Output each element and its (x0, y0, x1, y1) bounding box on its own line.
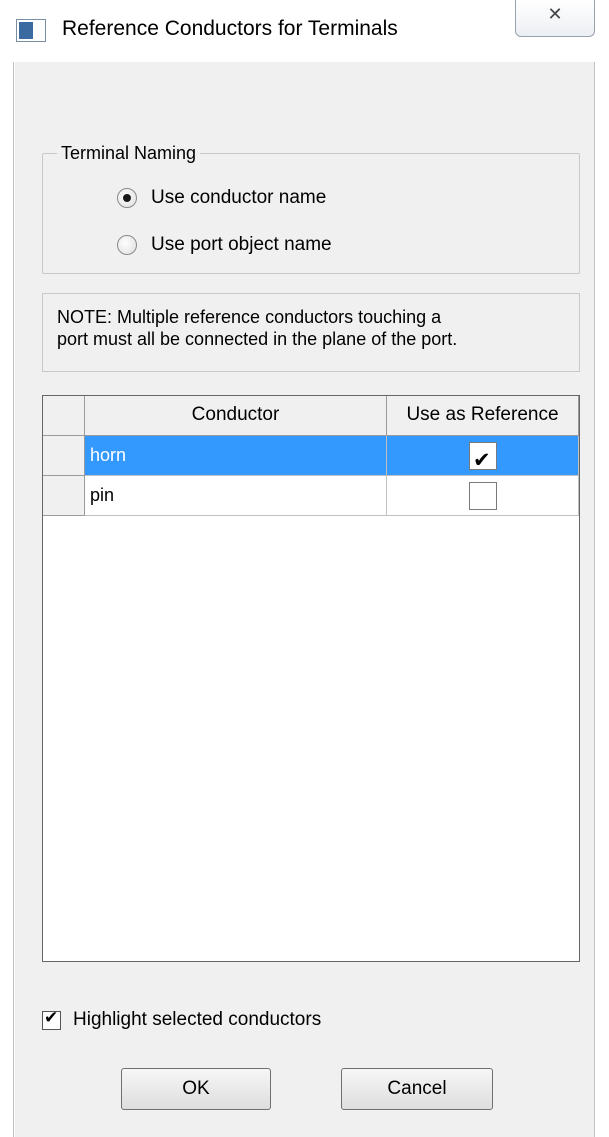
highlight-label: Highlight selected conductors (73, 1009, 322, 1030)
highlight-selected-conductors-checkbox[interactable]: Highlight selected conductors (42, 1008, 321, 1032)
note-line: port must all be connected in the plane … (57, 329, 458, 349)
note-panel: NOTE: Multiple reference conductors touc… (42, 293, 580, 372)
conductor-cell-horn[interactable]: horn (85, 436, 387, 476)
row-header[interactable] (43, 476, 85, 516)
use-as-reference-cell[interactable] (387, 476, 579, 516)
radio-unselected-icon[interactable] (117, 235, 137, 255)
cancel-button[interactable]: Cancel (341, 1068, 493, 1110)
note-line: NOTE: Multiple reference conductors touc… (57, 307, 442, 327)
unchecked-box-icon[interactable] (469, 482, 497, 510)
ok-button[interactable]: OK (121, 1068, 271, 1110)
checkmark-icon[interactable] (42, 1008, 61, 1030)
terminal-naming-legend: Terminal Naming (57, 141, 201, 165)
conductor-cell-pin[interactable]: pin (85, 476, 387, 516)
app-icon[interactable] (16, 19, 46, 42)
close-icon: ✕ (547, 4, 563, 24)
radio-selected-icon[interactable] (117, 188, 137, 208)
column-header-use-as-reference[interactable]: Use as Reference (387, 396, 579, 436)
radio-use-port-object-name[interactable]: Use port object name (117, 231, 332, 259)
conductor-grid[interactable]: Conductor Use as Reference horn pin (42, 395, 580, 962)
radio-label: Use port object name (151, 234, 332, 255)
radio-use-conductor-name[interactable]: Use conductor name (117, 184, 326, 212)
window-frame-right (594, 62, 609, 1137)
radio-label: Use conductor name (151, 187, 327, 208)
grid-corner[interactable] (43, 396, 85, 436)
checkmark-icon[interactable] (469, 441, 497, 479)
column-header-conductor[interactable]: Conductor (85, 396, 387, 436)
window-frame-left (0, 62, 14, 1137)
close-button[interactable]: ✕ (515, 0, 595, 37)
window-title: Reference Conductors for Terminals (62, 17, 398, 40)
use-as-reference-cell[interactable] (387, 436, 579, 479)
row-header[interactable] (43, 436, 85, 476)
